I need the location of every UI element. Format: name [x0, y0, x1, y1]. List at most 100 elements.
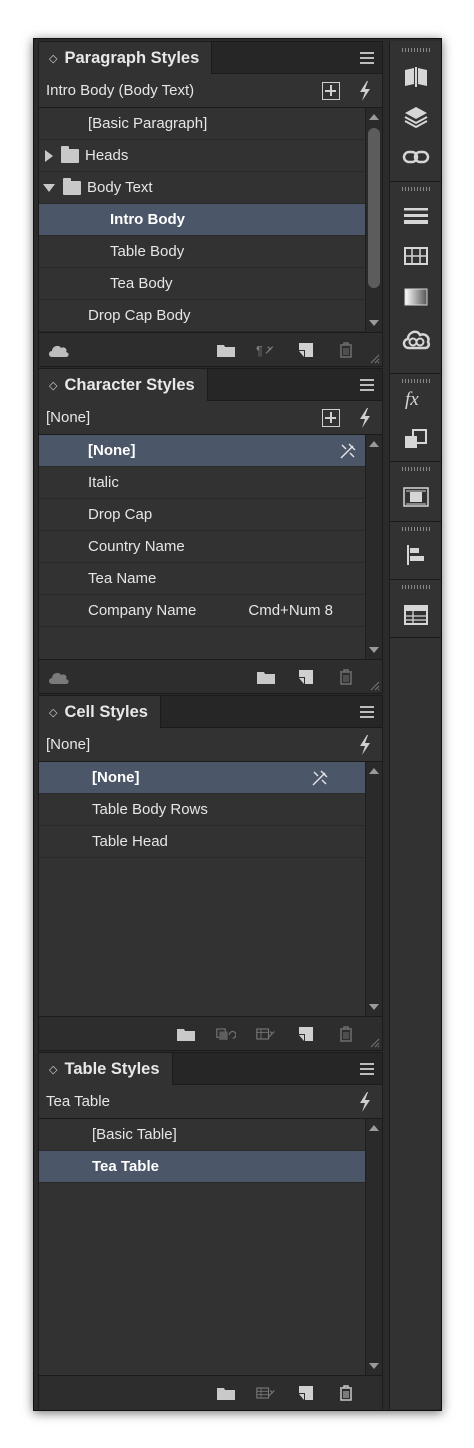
- new-style-icon[interactable]: [296, 1385, 316, 1401]
- current-style-bar: [None]: [39, 401, 382, 435]
- dock-grip[interactable]: [402, 467, 430, 471]
- text-wrap-icon[interactable]: [390, 477, 442, 517]
- list-item[interactable]: Drop Cap Body: [39, 300, 365, 332]
- list-item[interactable]: Table Body Rows: [39, 794, 365, 826]
- dock-grip[interactable]: [402, 48, 430, 52]
- scroll-down-arrow-icon[interactable]: [369, 1004, 379, 1010]
- scroll-thumb[interactable]: [368, 128, 380, 288]
- quick-apply-icon[interactable]: [358, 1092, 372, 1112]
- delete-trash-icon[interactable]: [336, 669, 356, 685]
- collapse-toggle-icon[interactable]: ◇: [49, 1063, 57, 1076]
- cloud-library-icon[interactable]: [47, 342, 71, 358]
- create-style-icon[interactable]: [322, 82, 340, 100]
- list-item-selected[interactable]: [None]: [39, 435, 365, 467]
- delete-trash-icon[interactable]: [336, 1385, 356, 1401]
- vertical-scrollbar[interactable]: [365, 108, 382, 332]
- cloud-library-icon[interactable]: [47, 669, 71, 685]
- list-item[interactable]: [Basic Table]: [39, 1119, 365, 1151]
- quick-apply-icon[interactable]: [358, 408, 372, 428]
- layers-icon[interactable]: [390, 97, 442, 137]
- panel-menu-icon[interactable]: [360, 706, 374, 718]
- align-icon[interactable]: [390, 535, 442, 575]
- panel-menu-icon[interactable]: [360, 52, 374, 64]
- tab-paragraph-styles[interactable]: ◇ Paragraph Styles: [39, 42, 213, 74]
- new-group-folder-icon[interactable]: [216, 1385, 236, 1401]
- panel-menu-icon[interactable]: [360, 1063, 374, 1075]
- effects-icon[interactable]: fx: [390, 379, 442, 419]
- list-item-selected[interactable]: Intro Body: [39, 204, 365, 236]
- vertical-scrollbar[interactable]: [365, 762, 382, 1016]
- dock-separator: [390, 181, 442, 182]
- scroll-down-arrow-icon[interactable]: [369, 320, 379, 326]
- list-item[interactable]: Country Name: [39, 531, 365, 563]
- list-item[interactable]: [Basic Paragraph]: [39, 108, 365, 140]
- collapse-toggle-icon[interactable]: ◇: [49, 706, 57, 719]
- tab-cell-styles[interactable]: ◇ Cell Styles: [39, 696, 161, 728]
- list-item[interactable]: Drop Cap: [39, 499, 365, 531]
- vertical-scrollbar[interactable]: [365, 435, 382, 659]
- clear-style-brush-icon[interactable]: [311, 769, 329, 787]
- tab-character-styles[interactable]: ◇ Character Styles: [39, 369, 208, 401]
- styles-panel-window: ◇ Paragraph Styles Intro Body (Body Text…: [33, 38, 442, 1411]
- list-item[interactable]: Tea Name: [39, 563, 365, 595]
- dock-grip[interactable]: [402, 187, 430, 191]
- list-item-group[interactable]: Heads: [39, 140, 365, 172]
- new-group-folder-icon[interactable]: [256, 669, 276, 685]
- table-icon[interactable]: [390, 595, 442, 635]
- clear-table-overrides-icon[interactable]: [256, 1385, 276, 1401]
- resize-grip-icon[interactable]: [368, 679, 380, 691]
- pages-icon[interactable]: [390, 57, 442, 97]
- vertical-scrollbar[interactable]: [365, 1119, 382, 1375]
- quick-apply-icon[interactable]: [358, 81, 372, 101]
- delete-trash-icon[interactable]: [336, 1026, 356, 1042]
- dock-grip[interactable]: [402, 527, 430, 531]
- resize-grip-icon[interactable]: [368, 1036, 380, 1048]
- tab-table-styles[interactable]: ◇ Table Styles: [39, 1053, 173, 1085]
- list-item-group[interactable]: Body Text: [39, 172, 365, 204]
- new-group-folder-icon[interactable]: [216, 342, 236, 358]
- list-item[interactable]: Table Body: [39, 236, 365, 268]
- scroll-up-arrow-icon[interactable]: [369, 768, 379, 774]
- paragraph-styles-panel: ◇ Paragraph Styles Intro Body (Body Text…: [38, 41, 383, 367]
- clear-overrides-icon[interactable]: ¶: [256, 342, 276, 358]
- list-item[interactable]: Table Head: [39, 826, 365, 858]
- gradient-icon[interactable]: [390, 277, 442, 317]
- resize-grip-icon[interactable]: [368, 352, 380, 364]
- current-style-label: [None]: [46, 736, 91, 753]
- quick-apply-icon[interactable]: [358, 735, 372, 755]
- links-icon[interactable]: [390, 137, 442, 177]
- scroll-up-arrow-icon[interactable]: [369, 1125, 379, 1131]
- collapse-toggle-icon[interactable]: ◇: [49, 379, 57, 392]
- scroll-up-arrow-icon[interactable]: [369, 441, 379, 447]
- expand-triangle-icon[interactable]: [45, 149, 53, 162]
- transform-icon[interactable]: [390, 419, 442, 459]
- apply-cell-style-icon[interactable]: [216, 1026, 236, 1042]
- new-style-icon[interactable]: [296, 1026, 316, 1042]
- list-item[interactable]: Company Name Cmd+Num 8: [39, 595, 365, 627]
- dock-separator: [390, 521, 442, 522]
- scroll-down-arrow-icon[interactable]: [369, 1363, 379, 1369]
- panel-menu-icon[interactable]: [360, 379, 374, 391]
- scroll-up-arrow-icon[interactable]: [369, 114, 379, 120]
- new-style-icon[interactable]: [296, 669, 316, 685]
- create-style-icon[interactable]: [322, 409, 340, 427]
- list-item[interactable]: Tea Body: [39, 268, 365, 300]
- list-item-label: Tea Body: [110, 275, 173, 292]
- new-style-icon[interactable]: [296, 342, 316, 358]
- list-item-selected[interactable]: [None]: [39, 762, 365, 794]
- scroll-down-arrow-icon[interactable]: [369, 647, 379, 653]
- list-item[interactable]: Italic: [39, 467, 365, 499]
- collapse-toggle-icon[interactable]: ◇: [49, 52, 57, 65]
- clear-cell-overrides-icon[interactable]: [256, 1026, 276, 1042]
- delete-trash-icon[interactable]: [336, 342, 356, 358]
- list-item-selected[interactable]: Tea Table: [39, 1151, 365, 1183]
- new-group-folder-icon[interactable]: [176, 1026, 196, 1042]
- creative-cloud-icon[interactable]: [390, 319, 442, 359]
- collapse-triangle-icon[interactable]: [43, 183, 55, 192]
- list-item-label: Table Body: [110, 243, 185, 260]
- clear-style-brush-icon[interactable]: [339, 442, 357, 460]
- dock-grip[interactable]: [402, 585, 430, 589]
- list-item-label: Company Name: [88, 602, 197, 619]
- stroke-icon[interactable]: [390, 196, 442, 236]
- swatches-grid-icon[interactable]: [390, 236, 442, 276]
